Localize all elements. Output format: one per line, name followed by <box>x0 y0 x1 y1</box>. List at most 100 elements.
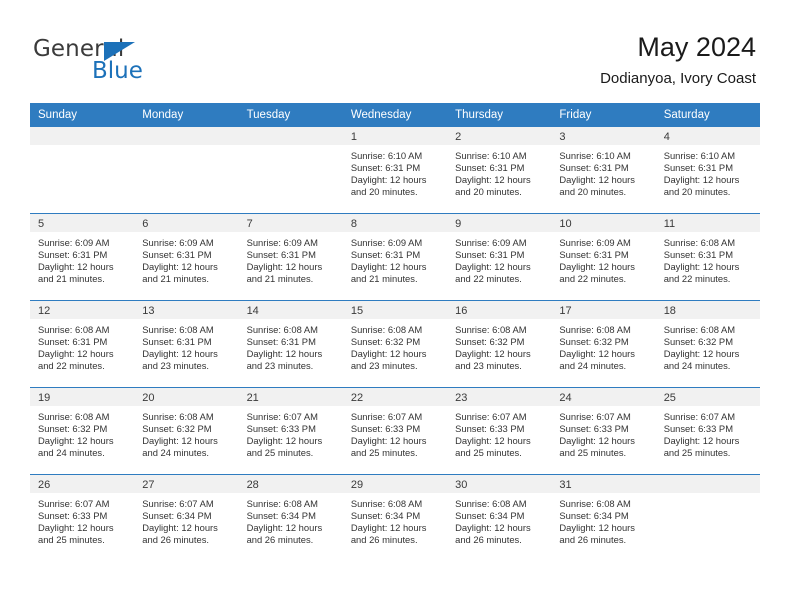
day-sun-info: Sunrise: 6:08 AM Sunset: 6:32 PM Daylight:… <box>656 319 760 372</box>
calendar-day-cell[interactable]: 3 Sunrise: 6:10 AM Sunset: 6:31 PM Daylight… <box>551 127 656 214</box>
calendar-day-cell[interactable]: 20 Sunrise: 6:08 AM Sunset: 6:32 PM Dayligh… <box>134 387 239 475</box>
daylight-text-line1: Daylight: 12 hours <box>350 522 427 534</box>
sunrise-text: Sunrise: 6:07 AM <box>246 411 318 422</box>
sunrise-text: Sunrise: 6:10 AM <box>559 150 631 161</box>
daylight-text-line2: and 23 minutes. <box>246 360 314 372</box>
sunset-text: Sunset: 6:34 PM <box>350 510 421 522</box>
calendar-day-cell[interactable]: 16 Sunrise: 6:08 AM Sunset: 6:32 PM Dayligh… <box>447 300 552 388</box>
day-number: 12 <box>30 301 135 319</box>
daylight-text-line2: and 23 minutes. <box>142 360 209 372</box>
day-cell-inner: 20 Sunrise: 6:08 AM Sunset: 6:32 PM Dayligh… <box>134 388 239 474</box>
day-cell-inner: 22 Sunrise: 6:07 AM Sunset: 6:33 PM Dayligh… <box>342 388 448 474</box>
calendar-day-cell[interactable]: 12 Sunrise: 6:08 AM Sunset: 6:31 PM Dayligh… <box>30 300 135 388</box>
calendar-day-cell-empty <box>655 474 760 561</box>
daylight-text-line2: and 24 minutes. <box>663 360 731 372</box>
sunset-text: Sunset: 6:31 PM <box>142 336 212 348</box>
day-number: 2 <box>447 127 552 145</box>
day-number: 23 <box>447 388 552 406</box>
calendar-day-cell[interactable]: 23 Sunrise: 6:07 AM Sunset: 6:33 PM Dayligh… <box>447 387 552 475</box>
calendar-day-cell[interactable]: 27 Sunrise: 6:07 AM Sunset: 6:34 PM Dayligh… <box>134 474 239 561</box>
calendar-day-cell[interactable]: 2 Sunrise: 6:10 AM Sunset: 6:31 PM Daylight… <box>447 127 552 214</box>
day-cell-inner: 12 Sunrise: 6:08 AM Sunset: 6:31 PM Dayligh… <box>30 301 135 387</box>
weekday-header-wednesday: Wednesday <box>342 103 448 127</box>
daylight-text-line1: Daylight: 12 hours <box>38 261 114 273</box>
daylight-text-line2: and 21 minutes. <box>38 273 105 285</box>
calendar-day-cell[interactable]: 15 Sunrise: 6:08 AM Sunset: 6:32 PM Dayligh… <box>342 300 448 388</box>
day-cell-inner: 13 Sunrise: 6:08 AM Sunset: 6:31 PM Dayligh… <box>134 301 239 387</box>
sunrise-text: Sunrise: 6:10 AM <box>663 150 736 161</box>
day-sun-info: Sunrise: 6:08 AM Sunset: 6:32 PM Daylight:… <box>551 319 655 372</box>
calendar-day-cell[interactable]: 29 Sunrise: 6:08 AM Sunset: 6:34 PM Dayligh… <box>342 474 448 561</box>
daylight-text-line2: and 25 minutes. <box>246 447 314 459</box>
calendar-day-cell[interactable]: 26 Sunrise: 6:07 AM Sunset: 6:33 PM Dayligh… <box>30 474 135 561</box>
sunrise-text: Sunrise: 6:09 AM <box>559 237 631 248</box>
logo-text-blue: Blue <box>92 58 143 84</box>
day-cell-inner: 17 Sunrise: 6:08 AM Sunset: 6:32 PM Dayligh… <box>551 301 656 387</box>
calendar-day-cell[interactable]: 22 Sunrise: 6:07 AM Sunset: 6:33 PM Dayligh… <box>342 387 448 475</box>
calendar-day-cell[interactable]: 14 Sunrise: 6:08 AM Sunset: 6:31 PM Dayligh… <box>238 300 343 388</box>
day-cell-inner <box>134 127 239 213</box>
sunset-text: Sunset: 6:34 PM <box>246 510 316 522</box>
sunset-text: Sunset: 6:32 PM <box>142 423 212 435</box>
calendar-day-cell[interactable]: 11 Sunrise: 6:08 AM Sunset: 6:31 PM Dayligh… <box>655 213 760 301</box>
calendar-week-row: 19 Sunrise: 6:08 AM Sunset: 6:32 PM Dayligh… <box>30 387 760 475</box>
sunrise-text: Sunrise: 6:08 AM <box>38 324 110 335</box>
daylight-text-line2: and 20 minutes. <box>350 186 418 198</box>
calendar-day-cell[interactable]: 31 Sunrise: 6:08 AM Sunset: 6:34 PM Dayligh… <box>551 474 656 561</box>
calendar-day-cell[interactable]: 10 Sunrise: 6:09 AM Sunset: 6:31 PM Dayligh… <box>551 213 656 301</box>
calendar-day-cell[interactable]: 4 Sunrise: 6:10 AM Sunset: 6:31 PM Daylight… <box>655 127 760 214</box>
calendar-day-cell[interactable]: 30 Sunrise: 6:08 AM Sunset: 6:34 PM Dayligh… <box>447 474 552 561</box>
day-sun-info: Sunrise: 6:09 AM Sunset: 6:31 PM Daylight:… <box>134 232 238 285</box>
daylight-text-line1: Daylight: 12 hours <box>663 261 740 273</box>
calendar-day-cell[interactable]: 25 Sunrise: 6:07 AM Sunset: 6:33 PM Dayligh… <box>655 387 760 475</box>
day-cell-inner: 30 Sunrise: 6:08 AM Sunset: 6:34 PM Dayligh… <box>447 475 552 561</box>
calendar-day-cell[interactable]: 19 Sunrise: 6:08 AM Sunset: 6:32 PM Dayligh… <box>30 387 135 475</box>
sunrise-text: Sunrise: 6:10 AM <box>350 150 423 161</box>
calendar-day-cell[interactable]: 13 Sunrise: 6:08 AM Sunset: 6:31 PM Dayligh… <box>134 300 239 388</box>
day-number: 15 <box>342 301 448 319</box>
weekday-header-saturday: Saturday <box>655 103 760 127</box>
calendar-day-cell[interactable]: 17 Sunrise: 6:08 AM Sunset: 6:32 PM Dayligh… <box>551 300 656 388</box>
calendar-day-cell[interactable]: 21 Sunrise: 6:07 AM Sunset: 6:33 PM Dayligh… <box>238 387 343 475</box>
calendar-day-cell[interactable]: 28 Sunrise: 6:08 AM Sunset: 6:34 PM Dayligh… <box>238 474 343 561</box>
sunrise-text: Sunrise: 6:07 AM <box>142 498 214 509</box>
day-cell-inner: 24 Sunrise: 6:07 AM Sunset: 6:33 PM Dayligh… <box>551 388 656 474</box>
daylight-text-line2: and 23 minutes. <box>350 360 418 372</box>
calendar-day-cell[interactable]: 7 Sunrise: 6:09 AM Sunset: 6:31 PM Daylight… <box>238 213 343 301</box>
day-cell-inner: 29 Sunrise: 6:08 AM Sunset: 6:34 PM Dayligh… <box>342 475 448 561</box>
sunset-text: Sunset: 6:32 PM <box>38 423 108 435</box>
daylight-text-line2: and 22 minutes. <box>559 273 627 285</box>
sunrise-text: Sunrise: 6:09 AM <box>455 237 527 248</box>
day-sun-info: Sunrise: 6:08 AM Sunset: 6:31 PM Daylight:… <box>30 319 134 372</box>
day-cell-inner: 25 Sunrise: 6:07 AM Sunset: 6:33 PM Dayligh… <box>655 388 760 474</box>
day-cell-inner: 18 Sunrise: 6:08 AM Sunset: 6:32 PM Dayligh… <box>655 301 760 387</box>
calendar-day-cell[interactable]: 5 Sunrise: 6:09 AM Sunset: 6:31 PM Daylight… <box>30 213 135 301</box>
daylight-text-line1: Daylight: 12 hours <box>350 435 427 447</box>
daylight-text-line2: and 22 minutes. <box>663 273 731 285</box>
calendar-header-row: Sunday Monday Tuesday Wednesday Thursday… <box>30 103 760 127</box>
daylight-text-line1: Daylight: 12 hours <box>455 522 531 534</box>
calendar-body: 1 Sunrise: 6:10 AM Sunset: 6:31 PM Daylight… <box>30 127 760 561</box>
calendar-day-cell[interactable]: 18 Sunrise: 6:08 AM Sunset: 6:32 PM Dayligh… <box>655 300 760 388</box>
sunset-text: Sunset: 6:33 PM <box>350 423 421 435</box>
sunrise-text: Sunrise: 6:09 AM <box>142 237 214 248</box>
general-blue-logo[interactable]: General Blue <box>33 36 223 84</box>
calendar-day-cell[interactable]: 24 Sunrise: 6:07 AM Sunset: 6:33 PM Dayligh… <box>551 387 656 475</box>
day-cell-inner: 6 Sunrise: 6:09 AM Sunset: 6:31 PM Daylight… <box>134 214 239 300</box>
day-sun-info: Sunrise: 6:07 AM Sunset: 6:33 PM Daylight:… <box>656 406 760 459</box>
day-cell-inner: 31 Sunrise: 6:08 AM Sunset: 6:34 PM Dayligh… <box>551 475 656 561</box>
sunrise-text: Sunrise: 6:07 AM <box>455 411 527 422</box>
day-sun-info: Sunrise: 6:08 AM Sunset: 6:31 PM Daylight:… <box>239 319 343 372</box>
daylight-text-line1: Daylight: 12 hours <box>350 348 427 360</box>
sunset-text: Sunset: 6:32 PM <box>350 336 421 348</box>
day-number <box>238 127 343 145</box>
sunrise-text: Sunrise: 6:08 AM <box>246 498 318 509</box>
daylight-text-line2: and 26 minutes. <box>350 534 418 546</box>
calendar-day-cell[interactable]: 6 Sunrise: 6:09 AM Sunset: 6:31 PM Daylight… <box>134 213 239 301</box>
calendar-day-cell[interactable]: 8 Sunrise: 6:09 AM Sunset: 6:31 PM Daylight… <box>342 213 448 301</box>
daylight-text-line1: Daylight: 12 hours <box>350 174 427 186</box>
calendar-day-cell[interactable]: 9 Sunrise: 6:09 AM Sunset: 6:31 PM Daylight… <box>447 213 552 301</box>
sunrise-text: Sunrise: 6:08 AM <box>246 324 318 335</box>
calendar-day-cell[interactable]: 1 Sunrise: 6:10 AM Sunset: 6:31 PM Daylight… <box>342 127 448 214</box>
day-cell-inner: 1 Sunrise: 6:10 AM Sunset: 6:31 PM Daylight… <box>342 127 448 213</box>
